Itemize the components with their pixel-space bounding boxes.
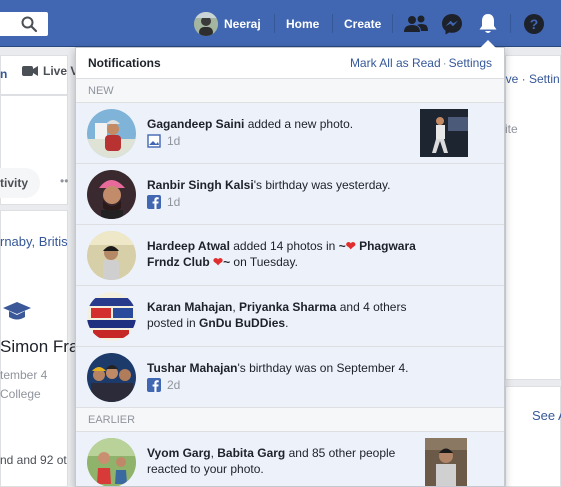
heart-emoji-icon: ❤ (213, 255, 224, 269)
nav-divider (332, 14, 333, 33)
video-camera-icon (22, 66, 38, 76)
separator-dot: · (442, 56, 447, 70)
activity-label: tivity (0, 176, 29, 190)
actor-name[interactable]: Karan Mahajan (147, 300, 232, 314)
notification-item[interactable]: Gagandeep Saini added a new photo. 1d (76, 103, 504, 164)
timestamp: 1d (167, 195, 181, 209)
search-icon[interactable] (20, 15, 38, 33)
profile-link[interactable]: Neeraj (194, 12, 261, 36)
graduation-cap-icon (3, 302, 31, 320)
notification-text: Hardeep Atwal added 14 photos in ~❤ Phag… (147, 238, 422, 270)
svg-text:?: ? (530, 16, 539, 32)
nav-divider (274, 14, 275, 33)
actor-name[interactable]: Hardeep Atwal (147, 239, 230, 253)
actor-name[interactable]: Babita Garg (217, 446, 285, 460)
right-card-bottom (505, 386, 561, 487)
photo-icon (147, 134, 161, 148)
actor-name[interactable]: Tushar Mahajan (147, 361, 237, 375)
notification-text: Vyom Garg, Babita Garg and 85 other peop… (147, 445, 422, 477)
group-tilde: ~ (338, 239, 346, 253)
avatar (87, 109, 136, 158)
notification-text: Ranbir Singh Kalsi's birthday was yester… (147, 177, 422, 210)
notifications-bell-icon[interactable] (476, 12, 500, 36)
help-icon[interactable]: ? (522, 12, 546, 36)
notification-message: 's birthday was yesterday. (253, 178, 391, 192)
actor-name[interactable]: Vyom Garg (147, 446, 211, 460)
panel-header: Notifications Mark All as Read · Settings (76, 48, 504, 79)
nav-divider (392, 14, 393, 33)
notification-message: added a new photo. (244, 117, 354, 131)
timestamp: 1d (167, 134, 181, 148)
facebook-icon (147, 195, 161, 209)
left-tab-partial[interactable]: n (0, 67, 7, 81)
notification-text: Tushar Mahajan's birthday was on Septemb… (147, 360, 422, 393)
right-live-settings[interactable]: ive · Settin (503, 72, 560, 86)
more-dots[interactable]: •• (60, 174, 68, 188)
friend-requests-icon[interactable] (404, 12, 428, 36)
notification-item[interactable]: Hardeep Atwal added 14 photos in ~❤ Phag… (76, 225, 504, 286)
notification-meta: 1d (147, 194, 422, 210)
actor-name[interactable]: Priyanka Sharma (239, 300, 336, 314)
messenger-icon[interactable] (440, 12, 464, 36)
notification-meta: 1d (147, 133, 422, 149)
panel-title: Notifications (88, 56, 161, 70)
notification-message: 's birthday was on September 4. (237, 361, 409, 375)
top-navigation-bar: Neeraj Home Create ? (0, 0, 561, 47)
notification-item[interactable]: Vyom Garg, Babita Garg and 85 other peop… (76, 432, 504, 486)
notification-text: Gagandeep Saini added a new photo. 1d (147, 116, 422, 149)
notification-item[interactable]: Ranbir Singh Kalsi's birthday was yester… (76, 164, 504, 225)
school-type: College (0, 387, 41, 401)
school-name[interactable]: Simon Fra (0, 337, 78, 357)
group-link[interactable]: GnDu BuDDies (199, 316, 285, 330)
notification-item[interactable]: Karan Mahajan, Priyanka Sharma and 4 oth… (76, 286, 504, 347)
avatar (194, 12, 218, 36)
photo-thumbnail[interactable] (420, 109, 468, 157)
notification-message: added 14 photos in (229, 239, 339, 253)
avatar (87, 170, 136, 219)
avatar (87, 292, 136, 341)
school-date: tember 4 (0, 368, 48, 382)
facebook-icon (147, 378, 161, 392)
panel-header-links: Mark All as Read · Settings (350, 56, 492, 70)
user-name: Neeraj (224, 17, 261, 31)
home-link[interactable]: Home (286, 17, 319, 31)
section-earlier-header: EARLIER (76, 408, 504, 432)
panel-caret (480, 40, 496, 48)
notification-item[interactable]: Tushar Mahajan's birthday was on Septemb… (76, 347, 504, 408)
actor-name[interactable]: Gagandeep Saini (147, 117, 244, 131)
notification-message: on Tuesday. (230, 255, 298, 269)
section-new-header: NEW (76, 79, 504, 103)
create-link[interactable]: Create (344, 17, 381, 31)
right-card-top (505, 55, 561, 380)
mark-all-read-link[interactable]: Mark All as Read (350, 56, 441, 70)
notification-meta: 2d (147, 377, 422, 393)
notifications-panel: Notifications Mark All as Read · Settings … (75, 47, 505, 487)
see-all-link[interactable]: See A (532, 408, 561, 423)
avatar (87, 353, 136, 402)
timestamp: 2d (167, 378, 181, 392)
photo-thumbnail[interactable] (425, 438, 467, 486)
live-video-label: Live V (43, 64, 79, 78)
right-ite: ite (505, 122, 518, 136)
avatar (87, 231, 136, 280)
notification-settings-link[interactable]: Settings (449, 56, 492, 70)
nav-divider (510, 14, 511, 33)
friends-react: nd and 92 ot (0, 453, 67, 467)
search-input[interactable] (0, 12, 48, 36)
live-video-button[interactable]: Live V (22, 64, 78, 78)
notification-message-end: . (285, 316, 289, 330)
actor-name[interactable]: Ranbir Singh Kalsi (147, 178, 254, 192)
location-link[interactable]: rnaby, Britis (0, 234, 68, 249)
notification-text: Karan Mahajan, Priyanka Sharma and 4 oth… (147, 299, 422, 331)
heart-emoji-icon: ❤ (345, 239, 356, 253)
avatar (87, 438, 136, 486)
